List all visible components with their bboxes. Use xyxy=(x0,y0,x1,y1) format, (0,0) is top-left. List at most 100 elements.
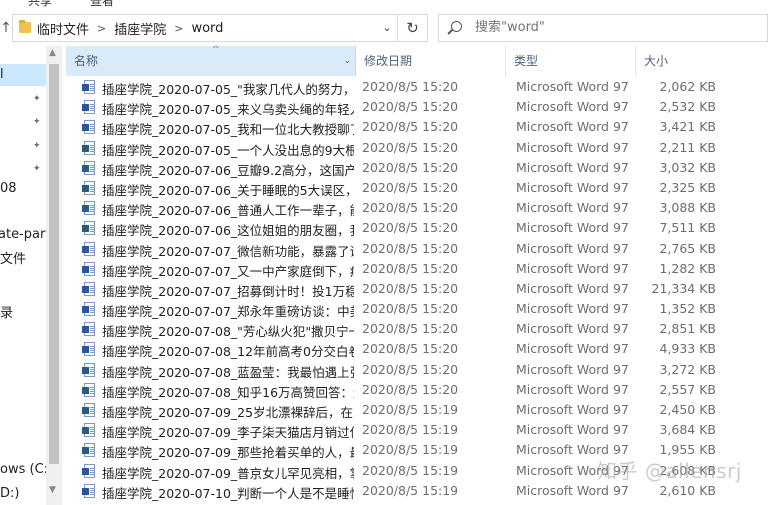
file-name[interactable]: 插座学院_2020-07-08_蓝盈莹：我最怕遇上张... xyxy=(102,362,354,381)
file-size: 2,062 KB xyxy=(659,79,716,94)
table-row[interactable]: 插座学院_2020-07-05_来义乌卖头绳的年轻人... 2020/8/5 15… xyxy=(62,97,768,117)
table-row[interactable]: 插座学院_2020-07-06_豆瓣9.2高分，这国产... 2020/8/5 1… xyxy=(62,158,768,178)
file-name[interactable]: 插座学院_2020-07-09_普京女儿罕见亮相，掌... xyxy=(102,463,354,482)
refresh-button[interactable]: ↻ xyxy=(398,14,428,42)
file-modified-date: 2020/8/5 15:19 xyxy=(362,402,459,417)
file-name[interactable]: 插座学院_2020-07-05_一个人没出息的9大根... xyxy=(102,140,354,159)
table-row[interactable]: 插座学院_2020-07-07_郑永年重磅访谈：中美... 2020/8/5 15… xyxy=(62,299,768,319)
file-modified-date: 2020/8/5 15:20 xyxy=(362,159,459,175)
table-row[interactable]: 插座学院_2020-07-06_关于睡眠的5大误区，... 2020/8/5 15… xyxy=(62,178,768,198)
table-row[interactable]: 插座学院_2020-07-09_李子柒天猫店月销过亿... 2020/8/5 15… xyxy=(62,420,768,440)
file-type: Microsoft Word 97 ... xyxy=(516,402,628,417)
file-size: 3,272 KB xyxy=(659,361,716,377)
word-document-icon xyxy=(82,382,95,397)
table-row[interactable]: 插座学院_2020-07-08_"芳心纵火犯"撒贝宁一... 2020/8/5 1… xyxy=(62,319,768,339)
table-row[interactable]: 插座学院_2020-07-08_蓝盈莹：我最怕遇上张... 2020/8/5 15… xyxy=(62,360,768,380)
file-modified-date: 2020/8/5 15:20 xyxy=(362,301,459,317)
file-name[interactable]: 插座学院_2020-07-06_这位姐姐的朋友圈，我... xyxy=(102,220,354,239)
word-document-icon xyxy=(82,120,95,135)
word-document-icon xyxy=(82,80,95,94)
column-header-type[interactable]: 类型 xyxy=(506,46,636,76)
nav-item-08[interactable]: 08 xyxy=(0,181,17,196)
address-bar[interactable]: 临时文件 > 插座学院 > word ⌄ xyxy=(12,14,398,42)
file-size: 3,032 KB xyxy=(659,159,716,175)
search-input[interactable] xyxy=(475,15,755,41)
file-modified-date: 2020/8/5 15:20 xyxy=(362,179,459,195)
table-row[interactable]: 插座学院_2020-07-08_12年前高考0分交白卷... 2020/8/5 1… xyxy=(62,339,768,359)
column-header-date[interactable]: 修改日期 xyxy=(356,46,506,76)
pin-icon[interactable]: ✦ xyxy=(33,118,41,127)
pin-icon[interactable]: ✦ xyxy=(33,165,41,174)
file-name[interactable]: 插座学院_2020-07-09_那些抢着买单的人，最... xyxy=(102,442,354,461)
file-name[interactable]: 插座学院_2020-07-06_普通人工作一辈子，能... xyxy=(102,200,354,219)
file-name[interactable]: 插座学院_2020-07-07_微信新功能，暴露了谁... xyxy=(102,241,354,260)
file-name[interactable]: 插座学院_2020-07-07_又一中产家庭倒下，病... xyxy=(102,261,354,280)
chevron-down-icon[interactable]: ⌄ xyxy=(377,15,397,41)
nav-item-record[interactable]: 录 xyxy=(0,302,13,321)
file-name[interactable]: 插座学院_2020-07-09_25岁北漂裸辞后，在家... xyxy=(102,402,354,421)
file-name[interactable]: 插座学院_2020-07-06_豆瓣9.2高分，这国产... xyxy=(102,160,354,179)
table-row[interactable]: 插座学院_2020-07-07_又一中产家庭倒下，病... 2020/8/5 15… xyxy=(62,259,768,279)
nav-item-drive-d[interactable]: D:) xyxy=(0,486,19,501)
ribbon-tab-share[interactable]: 共享 xyxy=(28,0,52,8)
nav-item-files[interactable]: 文件 xyxy=(0,248,26,267)
file-size: 3,684 KB xyxy=(659,422,716,438)
breadcrumb-item-temp-files[interactable]: 临时文件 xyxy=(37,19,89,38)
table-row[interactable]: 插座学院_2020-07-08_知乎16万高赞回答：这... 2020/8/5 1… xyxy=(62,380,768,400)
scroll-down-icon[interactable]: ▼ xyxy=(49,485,56,495)
pin-icon[interactable]: ✦ xyxy=(33,142,41,151)
file-modified-date: 2020/8/5 15:20 xyxy=(362,361,459,377)
up-arrow-icon[interactable]: ↑ xyxy=(0,10,12,46)
file-name[interactable]: 插座学院_2020-07-07_招募倒计时！投1万稳... xyxy=(102,281,354,300)
file-modified-date: 2020/8/5 15:20 xyxy=(362,321,459,337)
ribbon-tab-view[interactable]: 查看 xyxy=(90,0,114,8)
breadcrumb-item-word[interactable]: word xyxy=(191,21,223,36)
chevron-right-icon[interactable]: > xyxy=(97,22,106,35)
file-type: Microsoft Word 97 ... xyxy=(516,139,628,155)
column-header-size[interactable]: 大小 xyxy=(636,46,768,76)
file-name[interactable]: 插座学院_2020-07-08_知乎16万高赞回答：这... xyxy=(102,382,354,401)
navigation-pane: l ✦ ✦ ✦ ✦ 08 ate-parts 文件 录 ows (C:) D:)… xyxy=(0,46,62,505)
table-row[interactable]: 插座学院_2020-07-05_一个人没出息的9大根... 2020/8/5 15… xyxy=(62,138,768,158)
table-row[interactable]: 插座学院_2020-07-05_我和一位北大教授聊了... 2020/8/5 15… xyxy=(62,117,768,137)
file-name[interactable]: 插座学院_2020-07-05_我和一位北大教授聊了... xyxy=(102,119,354,138)
file-modified-date: 2020/8/5 15:20 xyxy=(362,220,459,236)
column-header-name[interactable]: ^ 名称 ⌄ xyxy=(66,46,356,76)
file-size: 21,334 KB xyxy=(651,280,716,296)
table-row[interactable]: 插座学院_2020-07-07_微信新功能，暴露了谁... 2020/8/5 15… xyxy=(62,239,768,259)
word-document-icon xyxy=(82,100,95,115)
chevron-down-icon[interactable]: ⌄ xyxy=(343,46,351,76)
file-name[interactable]: 插座学院_2020-07-05_来义乌卖头绳的年轻人... xyxy=(102,99,354,118)
table-row[interactable]: 插座学院_2020-07-05_"我家几代人的努力，... 2020/8/5 15… xyxy=(62,77,768,97)
pin-icon[interactable]: ✦ xyxy=(33,95,41,104)
file-name[interactable]: 插座学院_2020-07-08_12年前高考0分交白卷... xyxy=(102,341,354,360)
file-size: 2,211 KB xyxy=(659,139,716,155)
column-header-name-label: 名称 xyxy=(74,54,99,68)
table-row[interactable]: 插座学院_2020-07-06_普通人工作一辈子，能... 2020/8/5 15… xyxy=(62,198,768,218)
nav-item-quick-access[interactable]: l xyxy=(0,67,4,82)
scroll-up-icon[interactable]: ▲ xyxy=(49,48,56,58)
file-name[interactable]: 插座学院_2020-07-10_判断一个人是不是睡忙... xyxy=(102,483,354,502)
file-name[interactable]: 插座学院_2020-07-06_关于睡眠的5大误区，... xyxy=(102,180,354,199)
search-box[interactable] xyxy=(438,14,768,42)
chevron-right-icon[interactable]: > xyxy=(174,22,183,35)
table-row[interactable]: 插座学院_2020-07-09_25岁北漂裸辞后，在家... 2020/8/5 1… xyxy=(62,400,768,420)
nav-scroll-thumb[interactable] xyxy=(49,64,59,464)
nav-scrollbar[interactable]: ▲ ▼ xyxy=(46,46,62,505)
table-row[interactable]: 插座学院_2020-07-06_这位姐姐的朋友圈，我... 2020/8/5 15… xyxy=(62,218,768,238)
file-name[interactable]: 插座学院_2020-07-09_李子柒天猫店月销过亿... xyxy=(102,422,354,441)
table-row[interactable]: 插座学院_2020-07-07_招募倒计时！投1万稳... 2020/8/5 15… xyxy=(62,279,768,299)
file-modified-date: 2020/8/5 15:19 xyxy=(362,442,459,458)
file-size: 1,352 KB xyxy=(659,301,716,317)
file-name[interactable]: 插座学院_2020-07-08_"芳心纵火犯"撒贝宁一... xyxy=(102,321,354,340)
word-document-icon xyxy=(82,281,95,296)
file-size: 2,851 KB xyxy=(659,321,716,337)
file-size: 2,450 KB xyxy=(659,402,716,417)
file-size: 2,765 KB xyxy=(659,240,716,256)
file-name[interactable]: 插座学院_2020-07-07_郑永年重磅访谈：中美... xyxy=(102,301,354,320)
file-type: Microsoft Word 97 ... xyxy=(516,99,628,115)
breadcrumb-item-socket-academy[interactable]: 插座学院 xyxy=(114,19,166,38)
file-name[interactable]: 插座学院_2020-07-05_"我家几代人的努力，... xyxy=(102,79,354,98)
file-type: Microsoft Word 97 ... xyxy=(516,179,628,195)
file-modified-date: 2020/8/5 15:20 xyxy=(362,240,459,256)
